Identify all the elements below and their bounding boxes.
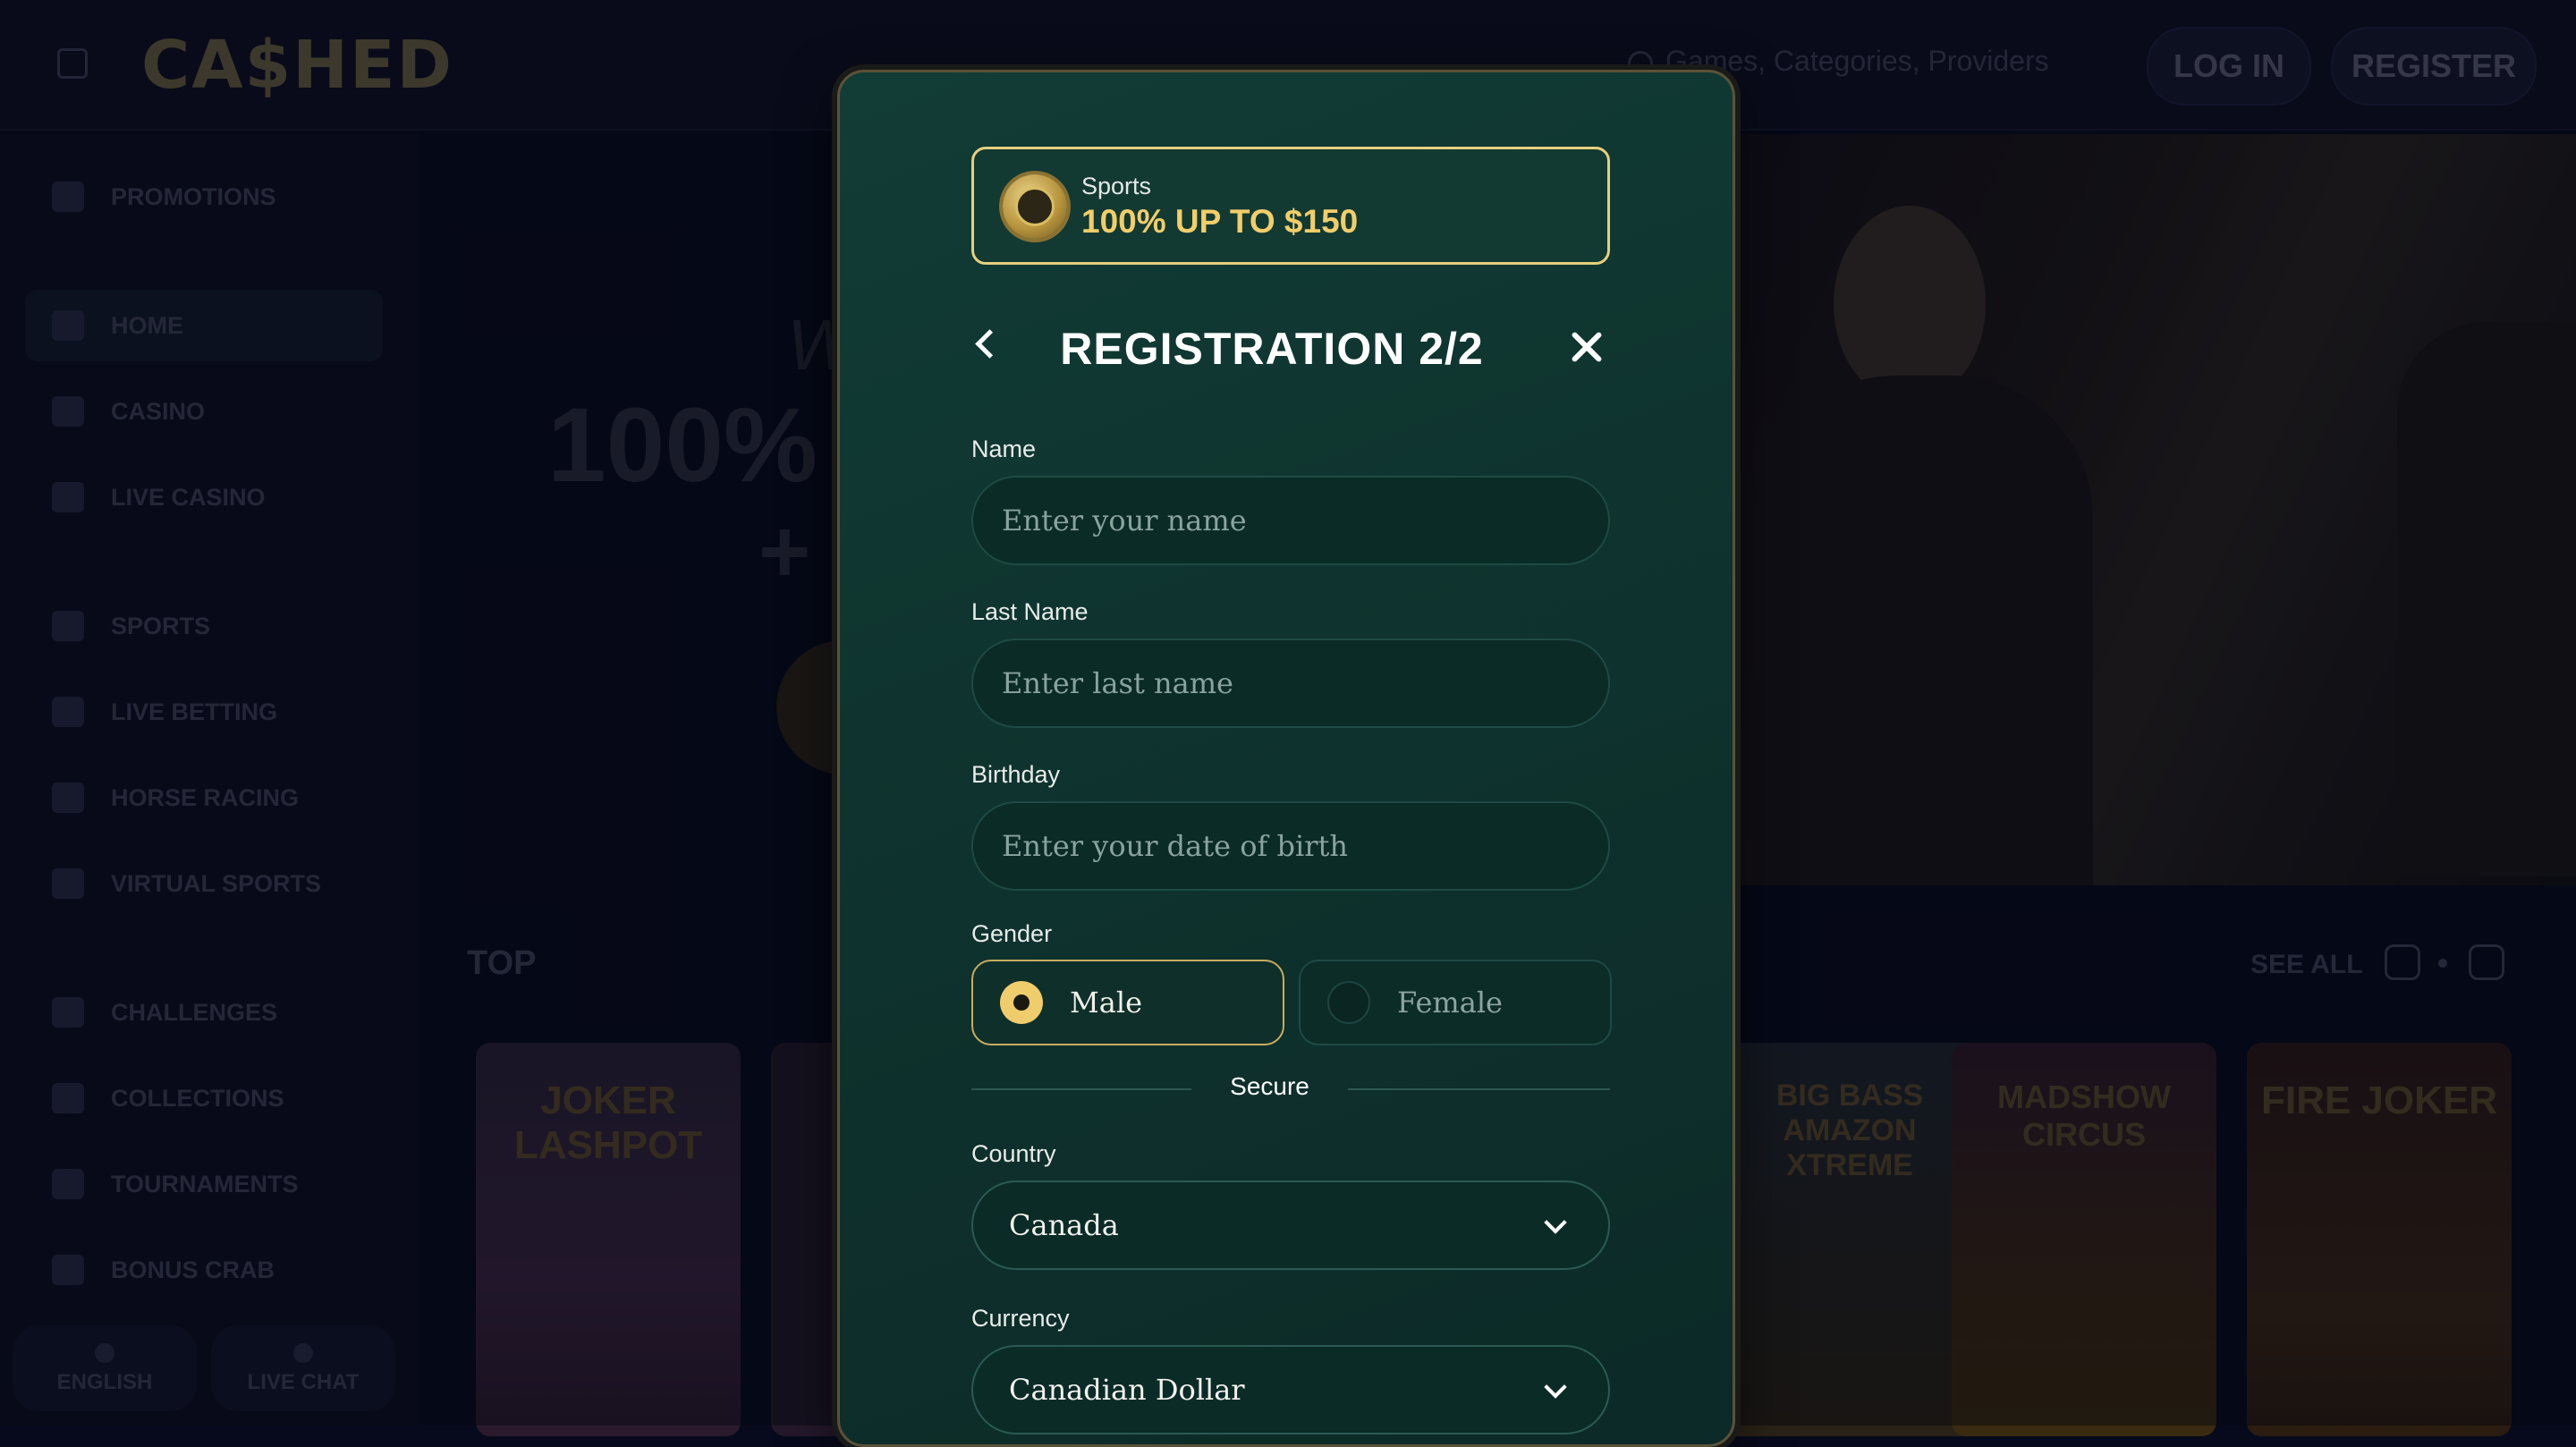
gender-option-label: Female [1397,986,1503,1020]
gender-option-label: Male [1070,986,1143,1020]
promo-offer: 100% UP TO $150 [1081,203,1359,240]
registration-modal: Sports 100% UP TO $150 REGISTRATION 2/2 … [837,70,1735,1447]
country-value: Canada [1009,1208,1119,1242]
birthday-label: Birthday [971,761,1061,788]
soccer-ball-icon [1003,174,1067,239]
promo-banner[interactable]: Sports 100% UP TO $150 [971,147,1610,265]
gender-female-option[interactable]: Female [1299,960,1612,1045]
birthday-input[interactable] [971,801,1610,891]
currency-label: Currency [971,1305,1070,1332]
last-name-input[interactable] [971,639,1610,728]
radio-unchecked-icon[interactable] [1327,981,1370,1024]
gender-label: Gender [971,920,1053,947]
secure-section-label: Secure [1230,1072,1309,1100]
last-name-label: Last Name [971,598,1089,625]
chevron-left-icon [975,329,1004,359]
gender-male-option[interactable]: Male [971,960,1284,1045]
back-button[interactable] [972,328,1004,359]
close-icon[interactable] [1570,330,1604,364]
chevron-down-icon [1544,1211,1567,1234]
radio-checked-icon[interactable] [1000,981,1043,1024]
name-label: Name [971,436,1037,462]
country-label: Country [971,1140,1056,1167]
chevron-down-icon [1544,1375,1567,1399]
country-select[interactable]: Canada [971,1180,1610,1270]
promo-category: Sports [1081,173,1152,199]
name-input[interactable] [971,476,1610,565]
modal-title: REGISTRATION 2/2 [1060,324,1484,374]
currency-value: Canadian Dollar [1009,1373,1245,1407]
currency-select[interactable]: Canadian Dollar [971,1345,1610,1434]
divider [1348,1088,1610,1090]
divider [971,1088,1191,1090]
